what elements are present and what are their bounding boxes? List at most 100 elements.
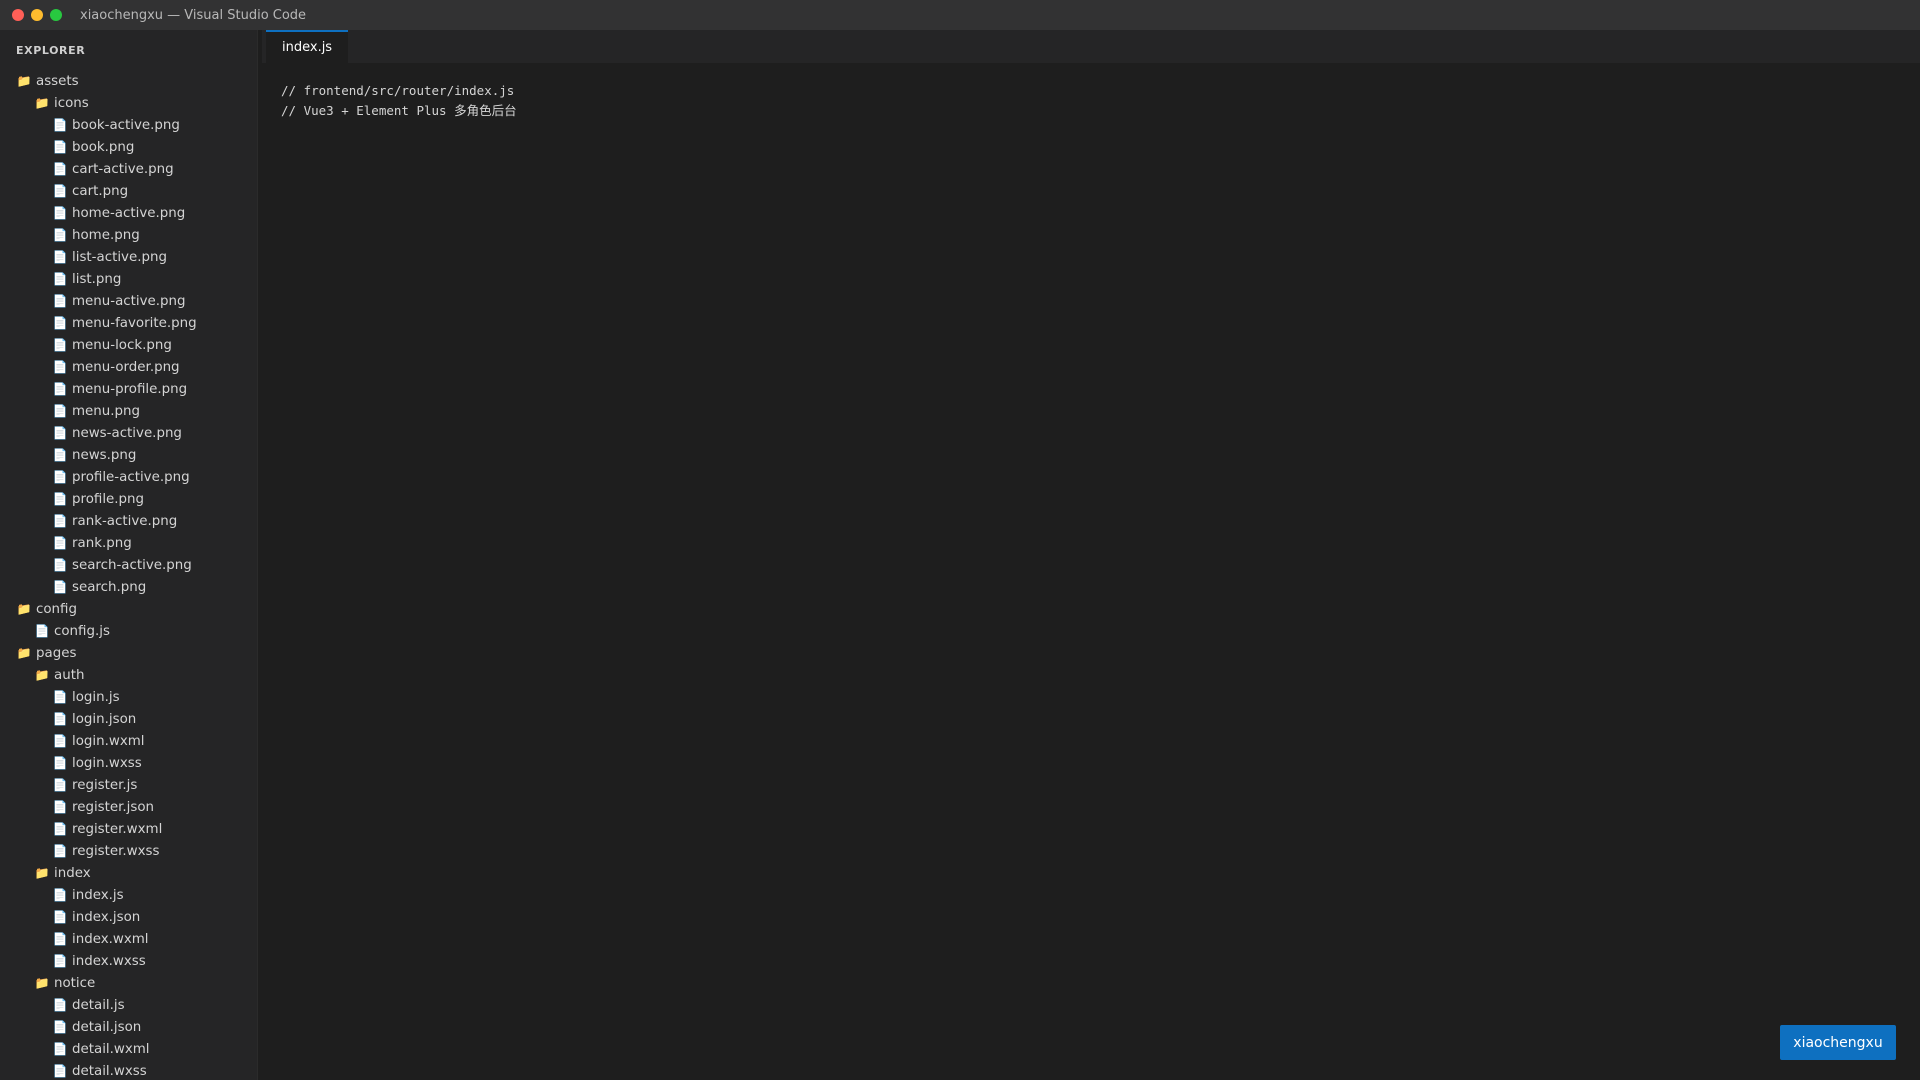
tree-file-item[interactable]: 📄 login.wxss: [0, 752, 257, 774]
tree-folder-item[interactable]: 📁 icons: [0, 92, 257, 114]
tree-folder-item[interactable]: 📁 pages: [0, 642, 257, 664]
tree-file-item[interactable]: 📄 cart-active.png: [0, 158, 257, 180]
tree-file-item[interactable]: 📄 menu.png: [0, 400, 257, 422]
tree-file-item[interactable]: 📄 register.wxss: [0, 840, 257, 862]
tree-item-label: list.png: [72, 271, 122, 287]
tree-item-label: detail.wxml: [72, 1041, 150, 1057]
maximize-window-button[interactable]: [50, 9, 62, 21]
tree-file-item[interactable]: 📄 index.wxml: [0, 928, 257, 950]
tree-file-item[interactable]: 📄 search-active.png: [0, 554, 257, 576]
file-icon: 📄: [52, 184, 68, 198]
tab-index-js[interactable]: index.js: [266, 30, 349, 63]
tree-file-item[interactable]: 📄 menu-lock.png: [0, 334, 257, 356]
tree-folder-item[interactable]: 📁 config: [0, 598, 257, 620]
tree-item-label: index: [54, 865, 91, 881]
file-icon: 📄: [52, 690, 68, 704]
tree-item-label: home-active.png: [72, 205, 186, 221]
tree-file-item[interactable]: 📄 menu-active.png: [0, 290, 257, 312]
tree-folder-item[interactable]: 📁 index: [0, 862, 257, 884]
file-icon: 📄: [52, 294, 68, 308]
tree-file-item[interactable]: 📄 detail.wxss: [0, 1060, 257, 1080]
tree-file-item[interactable]: 📄 list-active.png: [0, 246, 257, 268]
tree-item-label: news.png: [72, 447, 137, 463]
tree-file-item[interactable]: 📄 profile.png: [0, 488, 257, 510]
tree-item-label: news-active.png: [72, 425, 182, 441]
tree-file-item[interactable]: 📄 register.wxml: [0, 818, 257, 840]
tree-item-label: rank.png: [72, 535, 132, 551]
file-icon: 📄: [52, 756, 68, 770]
tree-file-item[interactable]: 📄 index.wxss: [0, 950, 257, 972]
tree-file-item[interactable]: 📄 home.png: [0, 224, 257, 246]
tree-file-item[interactable]: 📄 home-active.png: [0, 202, 257, 224]
tree-item-label: menu-lock.png: [72, 337, 172, 353]
code-content[interactable]: // frontend/src/router/index.js // Vue3 …: [262, 63, 1920, 121]
tree-folder-item[interactable]: 📁 notice: [0, 972, 257, 994]
tree-item-label: menu-profile.png: [72, 381, 188, 397]
tree-file-item[interactable]: 📄 detail.js: [0, 994, 257, 1016]
tree-item-label: pages: [36, 645, 77, 661]
file-icon: 📄: [52, 536, 68, 550]
file-icon: 📄: [52, 316, 68, 330]
file-tree: 📁 assets 📁 icons 📄 book-active.png 📄 book.png 📄 c…: [0, 70, 257, 1080]
tree-file-item[interactable]: 📄 menu-order.png: [0, 356, 257, 378]
file-icon: 📄: [52, 206, 68, 220]
file-icon: 📄: [52, 712, 68, 726]
tree-file-item[interactable]: 📄 login.json: [0, 708, 257, 730]
title-bar: xiaochengxu — Visual Studio Code: [0, 0, 1920, 30]
tree-item-label: menu-active.png: [72, 293, 186, 309]
tree-file-item[interactable]: 📄 book.png: [0, 136, 257, 158]
tree-item-label: book.png: [72, 139, 135, 155]
file-icon: 📄: [52, 250, 68, 264]
file-icon: 📄: [52, 800, 68, 814]
folder-icon: 📁: [16, 74, 32, 88]
tree-item-label: detail.json: [72, 1019, 142, 1035]
tree-item-label: menu.png: [72, 403, 140, 419]
tree-file-item[interactable]: 📄 rank.png: [0, 532, 257, 554]
tree-file-item[interactable]: 📄 detail.json: [0, 1016, 257, 1038]
file-icon: 📄: [52, 888, 68, 902]
tree-file-item[interactable]: 📄 menu-favorite.png: [0, 312, 257, 334]
tree-file-item[interactable]: 📄 login.wxml: [0, 730, 257, 752]
folder-icon: 📁: [16, 646, 32, 660]
tree-item-label: register.wxml: [72, 821, 163, 837]
user-badge[interactable]: xiaochengxu: [1780, 1025, 1896, 1060]
tree-file-item[interactable]: 📄 book-active.png: [0, 114, 257, 136]
tree-item-label: auth: [54, 667, 85, 683]
tree-item-label: login.wxss: [72, 755, 142, 771]
tree-file-item[interactable]: 📄 news.png: [0, 444, 257, 466]
file-icon: 📄: [52, 140, 68, 154]
tree-item-label: book-active.png: [72, 117, 180, 133]
file-icon: 📄: [52, 492, 68, 506]
tree-file-item[interactable]: 📄 register.json: [0, 796, 257, 818]
close-window-button[interactable]: [12, 9, 24, 21]
folder-icon: 📁: [34, 96, 50, 110]
minimize-window-button[interactable]: [31, 9, 43, 21]
tree-file-item[interactable]: 📄 login.js: [0, 686, 257, 708]
tree-file-item[interactable]: 📄 profile-active.png: [0, 466, 257, 488]
file-icon: 📄: [52, 932, 68, 946]
tree-item-label: register.wxss: [72, 843, 160, 859]
file-icon: 📄: [52, 910, 68, 924]
file-icon: 📄: [52, 1064, 68, 1078]
window-controls: [12, 9, 62, 21]
file-icon: 📄: [52, 470, 68, 484]
tree-item-label: register.json: [72, 799, 155, 815]
file-icon: 📄: [52, 514, 68, 528]
file-icon: 📄: [52, 404, 68, 418]
file-icon: 📄: [34, 624, 50, 638]
tree-file-item[interactable]: 📄 register.js: [0, 774, 257, 796]
tree-file-item[interactable]: 📄 list.png: [0, 268, 257, 290]
tree-file-item[interactable]: 📄 menu-profile.png: [0, 378, 257, 400]
tree-file-item[interactable]: 📄 index.json: [0, 906, 257, 928]
editor-area: index.js // frontend/src/router/index.js…: [262, 30, 1920, 1080]
tree-file-item[interactable]: 📄 config.js: [0, 620, 257, 642]
tree-folder-item[interactable]: 📁 auth: [0, 664, 257, 686]
tree-folder-item[interactable]: 📁 assets: [0, 70, 257, 92]
tree-file-item[interactable]: 📄 search.png: [0, 576, 257, 598]
tree-file-item[interactable]: 📄 rank-active.png: [0, 510, 257, 532]
tree-file-item[interactable]: 📄 news-active.png: [0, 422, 257, 444]
tree-file-item[interactable]: 📄 cart.png: [0, 180, 257, 202]
tree-item-label: rank-active.png: [72, 513, 178, 529]
tree-file-item[interactable]: 📄 index.js: [0, 884, 257, 906]
tree-file-item[interactable]: 📄 detail.wxml: [0, 1038, 257, 1060]
